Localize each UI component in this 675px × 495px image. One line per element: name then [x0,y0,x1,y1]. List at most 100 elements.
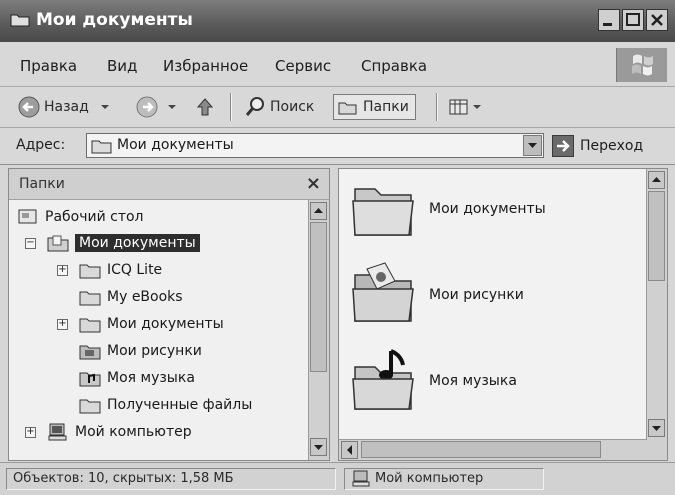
folder-icon [79,291,101,306]
title-bar[interactable]: Мои документы [0,0,675,42]
content-vertical-scrollbar[interactable] [646,169,667,460]
forward-button[interactable] [136,95,178,119]
folder-icon [79,264,101,279]
content-item-label: Мои рисунки [429,287,524,303]
chevron-left-icon [347,445,352,455]
tree-item-my-documents[interactable]: Мои документы [47,231,200,255]
folders-vertical-scrollbar[interactable] [308,200,329,460]
folders-label: Папки [363,99,409,115]
chevron-down-icon [100,105,109,109]
toolbar-separator [230,93,232,121]
go-arrow-icon [552,134,574,157]
back-arrow-icon [18,96,40,118]
search-button[interactable]: Поиск [244,95,314,119]
expand-toggle[interactable]: + [57,319,68,330]
tree-item-my-ebooks[interactable]: My eBooks [79,285,183,309]
maximize-icon [626,13,640,26]
go-label: Переход [580,137,644,154]
my-documents-icon [47,235,69,252]
menu-favorites[interactable]: Избранное [163,57,248,75]
tree-item-my-music[interactable]: Моя музыка [79,366,195,390]
tree-item-label: Мой компьютер [75,424,192,440]
computer-icon [48,423,67,441]
windows-flag-icon [632,54,653,76]
folder-icon [91,140,112,154]
chevron-down-icon [168,105,176,109]
scroll-thumb[interactable] [648,191,665,281]
music-folder-icon [352,349,414,410]
status-objects: Объектов: 10, скрытых: 1,58 МБ [6,468,336,490]
tree-item-my-computer[interactable]: Мой компьютер [47,420,192,444]
pictures-folder-icon [79,345,101,360]
back-button[interactable]: Назад [18,95,111,119]
up-button[interactable] [194,95,216,119]
search-label: Поиск [270,99,315,115]
folders-pane-close-button[interactable]: × [306,173,321,194]
tree-item-label: ICQ Lite [107,262,163,278]
tree-item-label: Мои рисунки [107,343,202,359]
menu-help[interactable]: Справка [361,57,427,75]
forward-arrow-icon [136,96,158,118]
search-icon [245,97,264,116]
tree-item-my-pictures[interactable]: Мои рисунки [79,339,202,363]
windows-logo [616,48,667,82]
folders-button[interactable]: Папки [333,94,416,120]
expand-toggle[interactable]: + [25,427,36,438]
scroll-up-button[interactable] [310,202,327,220]
scroll-down-button[interactable] [648,419,665,437]
menu-view[interactable]: Вид [107,57,137,75]
chevron-down-icon [314,445,323,450]
close-icon [651,14,663,26]
folder-icon [79,318,101,333]
content-item-my-pictures[interactable]: Мои рисунки [349,261,649,333]
pictures-folder-icon [352,262,414,322]
scroll-thumb[interactable] [310,222,327,372]
expand-toggle[interactable]: + [57,265,68,276]
content-horizontal-scrollbar[interactable] [339,439,647,460]
scroll-up-button[interactable] [648,171,665,189]
chevron-down-icon [528,143,537,148]
tree-item-desktop[interactable]: Рабочий стол [17,205,144,229]
chevron-up-icon [652,177,661,182]
explorer-window: Мои документы Правка Вид Избранное Серви… [0,0,675,495]
minimize-icon [603,23,612,26]
menu-tools[interactable]: Сервис [275,57,331,75]
collapse-toggle[interactable]: − [25,238,36,249]
window-title: Мои документы [36,10,193,30]
folder-up-icon [196,98,214,116]
tree-item-label: Мои документы [75,234,200,252]
maximize-button[interactable] [622,9,644,31]
back-label: Назад [44,99,89,115]
scroll-left-button[interactable] [341,441,358,459]
scroll-thumb[interactable] [361,441,601,458]
tree-item-icq-lite[interactable]: ICQ Lite [79,258,162,282]
tree-item-label: Рабочий стол [45,209,144,225]
folder-icon [10,14,30,27]
content-item-label: Мои документы [429,201,546,217]
views-button[interactable] [448,95,482,119]
status-location: Мой компьютер [375,471,484,486]
content-item-my-music[interactable]: Моя музыка [349,347,649,419]
status-location-panel: Мой компьютер [344,468,544,490]
content-item-label: Моя музыка [429,373,517,389]
chevron-down-icon [473,105,481,109]
close-button[interactable] [646,9,668,31]
content-item-my-documents[interactable]: Мои документы [349,175,649,247]
folders-icon [338,102,357,115]
address-input[interactable]: Мои документы [86,133,544,158]
folders-pane-title: Папки [19,176,65,192]
address-dropdown-button[interactable] [523,135,542,156]
address-bar: Адрес: Мои документы Переход [0,128,675,165]
tree-item-received-files[interactable]: Полученные файлы [79,393,252,417]
go-button[interactable]: Переход [552,133,643,158]
chevron-down-icon [652,426,661,431]
views-icon [449,99,468,115]
scroll-down-button[interactable] [310,438,327,456]
menu-edit[interactable]: Правка [20,57,77,75]
folders-pane: Папки × Рабочий стол − Мои документы + I… [8,168,330,461]
address-value: Мои документы [117,137,234,153]
tree-item-label: My eBooks [107,289,183,305]
minimize-button[interactable] [598,9,620,31]
tree-item-label: Мои документы [107,316,224,332]
tree-item-my-documents-sub[interactable]: Мои документы [79,312,224,336]
